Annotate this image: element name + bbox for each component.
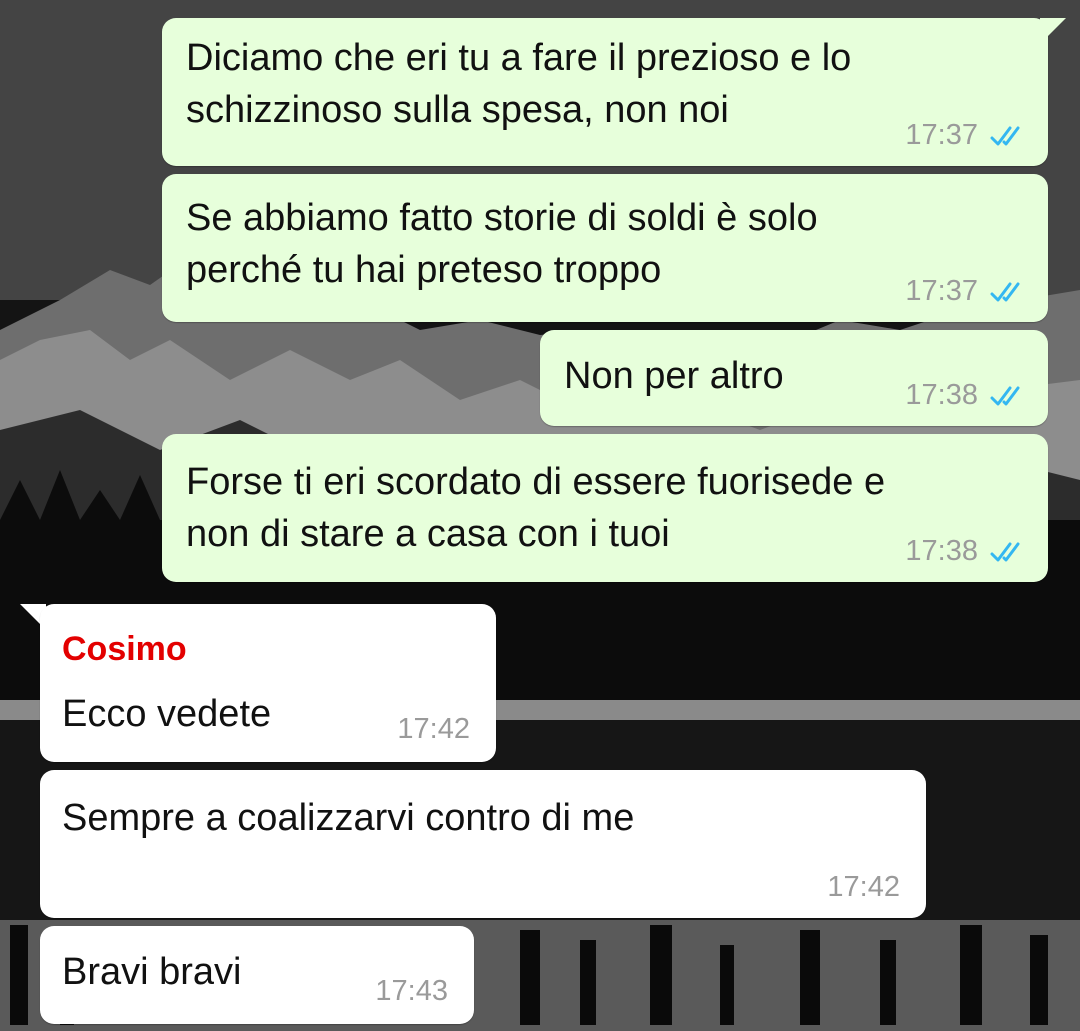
message-text-line: perché tu hai preteso troppo — [186, 249, 662, 291]
bubble-tail — [1040, 18, 1066, 44]
incoming-message-bubble[interactable]: Cosimo Ecco vedete 17:42 — [40, 604, 496, 762]
incoming-message-bubble[interactable]: Bravi bravi 17:43 — [40, 926, 474, 1024]
message-timestamp: 17:42 — [397, 713, 470, 745]
outgoing-message-bubble[interactable]: Diciamo che eri tu a fare il prezioso e … — [162, 18, 1048, 166]
message-text-line: Bravi bravi — [62, 951, 242, 993]
outgoing-message-bubble[interactable]: Se abbiamo fatto storie di soldi è solo … — [162, 174, 1048, 322]
message-text-line: Sempre a coalizzarvi contro di me — [62, 797, 635, 839]
incoming-message-bubble[interactable]: Sempre a coalizzarvi contro di me 17:42 — [40, 770, 926, 918]
message-meta: 17:37 — [905, 119, 1026, 152]
message-meta: 17:38 — [905, 535, 1026, 568]
message-timestamp: 17:42 — [827, 871, 900, 903]
message-meta: 17:42 — [827, 871, 900, 904]
outgoing-message-bubble[interactable]: Non per altro 17:38 — [540, 330, 1048, 426]
message-text-line: non di stare a casa con i tuoi — [186, 513, 670, 555]
sender-name[interactable]: Cosimo — [62, 630, 187, 669]
message-meta: 17:38 — [905, 379, 1026, 412]
message-text-line: Ecco vedete — [62, 693, 272, 735]
message-timestamp: 17:43 — [375, 975, 448, 1007]
message-text-line: Forse ti eri scordato di essere fuorised… — [186, 461, 886, 503]
double-check-read-icon — [990, 126, 1020, 145]
message-text-line: Diciamo che eri tu a fare il prezioso e … — [186, 37, 852, 79]
message-text-line: Se abbiamo fatto storie di soldi è solo — [186, 197, 818, 239]
double-check-read-icon — [990, 542, 1020, 561]
outgoing-message-bubble[interactable]: Forse ti eri scordato di essere fuorised… — [162, 434, 1048, 582]
message-timestamp: 17:37 — [905, 119, 978, 151]
message-meta: 17:37 — [905, 275, 1026, 308]
message-timestamp: 17:37 — [905, 275, 978, 307]
double-check-read-icon — [990, 282, 1020, 301]
message-meta: 17:42 — [397, 713, 470, 746]
message-text-line: Non per altro — [564, 355, 784, 397]
message-meta: 17:43 — [375, 975, 448, 1008]
message-timestamp: 17:38 — [905, 379, 978, 411]
message-timestamp: 17:38 — [905, 535, 978, 567]
message-text-line: schizzinoso sulla spesa, non noi — [186, 89, 729, 131]
double-check-read-icon — [990, 386, 1020, 405]
